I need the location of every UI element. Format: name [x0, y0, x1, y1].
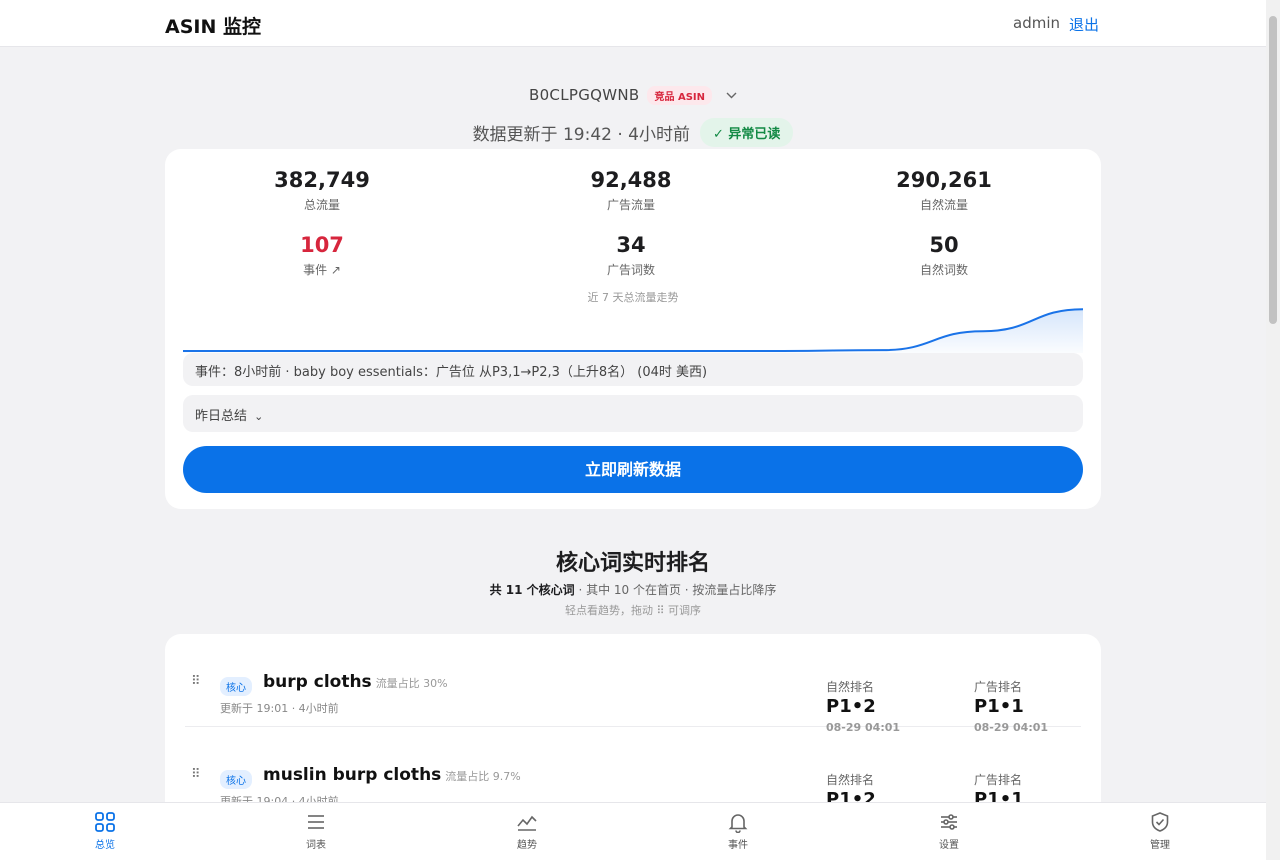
nav-label: 词表	[306, 840, 326, 851]
update-status: 数据更新于 19:42 · 4小时前 ✓ 异常已读	[0, 117, 1266, 147]
nav-admin[interactable]: 管理	[1120, 811, 1200, 851]
ad-rank: 广告排名 P1•1 08-29 04:01	[974, 678, 1048, 734]
anomaly-read-badge[interactable]: ✓ 异常已读	[700, 117, 794, 147]
nav-label: 管理	[1150, 840, 1170, 851]
asin-selector[interactable]: B0CLPGQWNB 竞品 ASIN	[0, 84, 1266, 106]
scrollbar-thumb[interactable]	[1269, 16, 1277, 324]
nav-overview[interactable]: 总览	[65, 811, 145, 851]
bell-icon	[728, 814, 748, 833]
top-bar: ASIN 监控 admin 退出	[0, 0, 1266, 47]
ad-rank-value: P1•1	[974, 696, 1024, 717]
organic-rank: 自然排名 P1•2 08-29 04:01	[826, 678, 900, 734]
drag-handle-icon[interactable]: ⠿	[191, 767, 201, 782]
asin-code: B0CLPGQWNB	[529, 86, 640, 104]
overview-card: 382,749 总流量 92,488 广告流量 290,261 自然流量 107…	[165, 149, 1101, 509]
yesterday-summary-toggle[interactable]: 昨日总结 ⌄	[183, 395, 1083, 432]
stat-ad-keywords: 34 广告词数	[531, 232, 731, 278]
ad-traffic-label: 广告流量	[606, 198, 655, 212]
refresh-data-button[interactable]: 立即刷新数据	[183, 446, 1083, 493]
organic-traffic-label: 自然流量	[919, 198, 968, 212]
total-traffic-value: 382,749	[274, 168, 370, 192]
ad-keywords-value: 34	[616, 233, 646, 257]
events-value: 107	[300, 233, 344, 257]
traffic-sparkline[interactable]	[183, 305, 1083, 353]
events-label: 事件 ↗	[303, 263, 341, 277]
core-tag: 核心	[220, 770, 252, 789]
keyword-updated: 更新于 19:01 · 4小时前	[220, 702, 339, 715]
section-subtitle: 共 11 个核心词 · 其中 10 个在首页 · 按流量占比降序	[0, 581, 1266, 598]
organic-rank-value: P1•2	[826, 696, 876, 717]
keyword-name: burp cloths 流量占比 30%	[263, 672, 448, 692]
stat-total-traffic: 382,749 总流量	[222, 167, 422, 213]
keyword-row[interactable]: ⠿ 核心 burp cloths 流量占比 30% 更新于 19:01 · 4小时…	[185, 634, 1081, 734]
nav-trend[interactable]: 趋势	[487, 811, 567, 851]
chevron-down-icon[interactable]	[726, 89, 737, 102]
ad-keywords-label: 广告词数	[606, 263, 655, 277]
section-hint: 轻点看趋势，拖动 ⠿ 可调序	[564, 604, 702, 617]
grid-icon	[95, 812, 115, 832]
keyword-name: muslin burp cloths 流量占比 9.7%	[263, 765, 521, 785]
nav-events[interactable]: 事件	[698, 811, 778, 851]
ad-rank-label: 广告排名	[974, 680, 1023, 694]
organic-rank-label: 自然排名	[826, 773, 875, 787]
stat-events[interactable]: 107 事件 ↗	[222, 232, 422, 278]
nav-settings[interactable]: 设置	[909, 811, 989, 851]
update-time: 数据更新于 19:42 · 4小时前	[472, 124, 690, 145]
ad-rank-label: 广告排名	[974, 773, 1023, 787]
sliders-icon	[941, 814, 957, 830]
sparkline-area	[183, 309, 1083, 353]
nav-label: 事件	[728, 840, 748, 851]
organic-keywords-label: 自然词数	[919, 263, 968, 277]
trend-label: 近 7 天总流量走势	[587, 291, 679, 304]
stat-organic-keywords: 50 自然词数	[844, 232, 1044, 278]
page-scrollbar[interactable]	[1266, 0, 1280, 860]
core-tag: 核心	[220, 677, 252, 696]
chevron-down-icon: ⌄	[254, 410, 264, 423]
latest-event[interactable]: 事件：8小时前 · baby boy essentials：广告位 从P3,1→…	[183, 353, 1083, 386]
keyword-summary: · 其中 10 个在首页 · 按流量占比降序	[574, 583, 777, 597]
stat-organic-traffic: 290,261 自然流量	[844, 167, 1044, 213]
section-title: 核心词实时排名	[555, 551, 710, 576]
organic-rank-label: 自然排名	[826, 680, 875, 694]
logout-link[interactable]: 退出	[1069, 14, 1099, 35]
list-icon	[308, 815, 324, 829]
shield-check-icon	[1151, 812, 1169, 832]
ad-traffic-value: 92,488	[590, 168, 672, 192]
username: admin	[1013, 14, 1060, 32]
summary-label: 昨日总结	[195, 409, 248, 424]
total-traffic-label: 总流量	[303, 198, 340, 212]
nav-keywords[interactable]: 词表	[276, 811, 356, 851]
keyword-text: burp cloths	[263, 672, 372, 692]
keyword-count: 共 11 个核心词	[489, 583, 575, 597]
organic-keywords-value: 50	[929, 233, 959, 257]
traffic-share: 流量占比 9.7%	[445, 770, 521, 783]
nav-label: 总览	[95, 840, 115, 851]
drag-handle-icon[interactable]: ⠿	[191, 674, 201, 689]
bottom-nav: 总览 词表 趋势 事件 设置 管理	[0, 802, 1266, 860]
nav-label: 趋势	[517, 840, 537, 851]
nav-label: 设置	[939, 840, 959, 851]
trend-icon	[517, 815, 537, 831]
stat-ad-traffic: 92,488 广告流量	[531, 167, 731, 213]
organic-traffic-value: 290,261	[896, 168, 992, 192]
keyword-text: muslin burp cloths	[263, 765, 442, 785]
asin-type-badge: 竞品 ASIN	[647, 85, 712, 105]
app-title: ASIN 监控	[165, 16, 261, 38]
traffic-share: 流量占比 30%	[375, 677, 448, 690]
